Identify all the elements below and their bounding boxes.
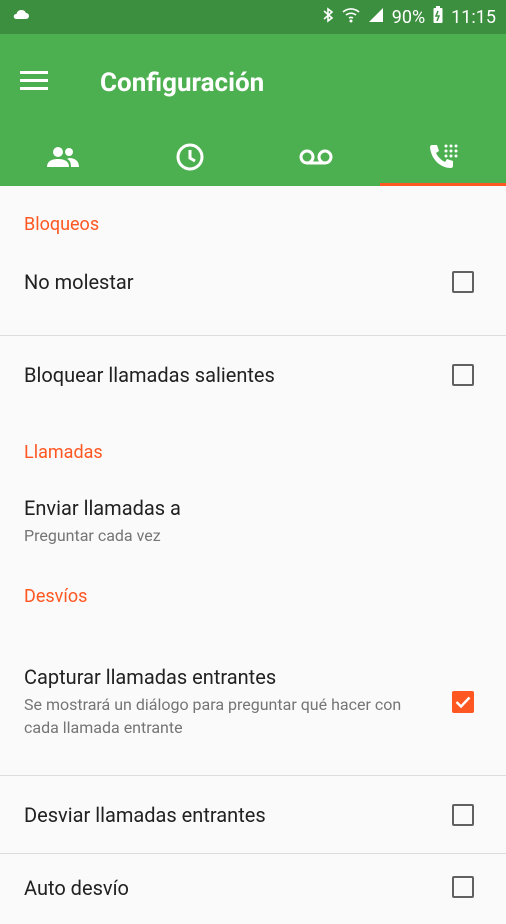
setting-label: Auto desvío — [24, 876, 452, 900]
section-header-llamadas: Llamadas — [0, 414, 506, 456]
capturar-entrantes-checkbox[interactable] — [452, 691, 474, 713]
status-bar: 90% 11:15 — [0, 0, 506, 34]
desviar-entrantes-checkbox[interactable] — [452, 804, 474, 826]
setting-desviar-entrantes[interactable]: Desviar llamadas entrantes — [0, 776, 506, 854]
setting-label: No molestar — [24, 270, 452, 294]
auto-desvio-checkbox[interactable] — [452, 876, 474, 898]
page-title: Configuración — [100, 68, 264, 98]
setting-bloquear-salientes[interactable]: Bloquear llamadas salientes — [0, 336, 506, 414]
setting-label: Capturar llamadas entrantes — [24, 665, 452, 689]
no-molestar-checkbox[interactable] — [452, 271, 474, 293]
setting-label: Enviar llamadas a — [24, 496, 482, 520]
setting-capturar-entrantes[interactable]: Capturar llamadas entrantes Se mostrará … — [0, 628, 506, 776]
battery-icon — [433, 6, 443, 29]
clock-icon — [175, 142, 205, 176]
tab-settings[interactable] — [380, 132, 506, 186]
setting-label: Bloquear llamadas salientes — [24, 363, 452, 387]
tab-bar — [0, 132, 506, 186]
setting-no-molestar[interactable]: No molestar — [0, 228, 506, 336]
bloquear-salientes-checkbox[interactable] — [452, 364, 474, 386]
setting-summary: Preguntar cada vez — [24, 524, 482, 547]
setting-label: Desviar llamadas entrantes — [24, 803, 452, 827]
tab-contacts[interactable] — [0, 132, 127, 186]
contacts-icon — [46, 145, 80, 173]
setting-auto-desvio[interactable]: Auto desvío — [0, 854, 506, 924]
bluetooth-icon — [322, 6, 334, 29]
clock-time: 11:15 — [451, 7, 496, 28]
setting-enviar-llamadas[interactable]: Enviar llamadas a Preguntar cada vez — [0, 456, 506, 586]
setting-summary: Se mostrará un diálogo para preguntar qu… — [24, 693, 452, 739]
menu-icon[interactable] — [20, 70, 48, 96]
weather-icon — [10, 7, 30, 28]
call-dialpad-icon — [427, 142, 459, 176]
checkmark-icon — [455, 695, 471, 709]
section-header-bloqueos: Bloqueos — [0, 186, 506, 228]
settings-list: Bloqueos No molestar Bloquear llamadas s… — [0, 186, 506, 924]
voicemail-icon — [298, 147, 334, 171]
app-bar: Configuración — [0, 34, 506, 132]
wifi-icon — [342, 7, 360, 28]
battery-percent: 90% — [392, 7, 425, 28]
tab-voicemail[interactable] — [253, 132, 380, 186]
tab-recents[interactable] — [127, 132, 254, 186]
section-header-desvios: Desvíos — [0, 586, 506, 628]
signal-icon — [368, 7, 384, 28]
